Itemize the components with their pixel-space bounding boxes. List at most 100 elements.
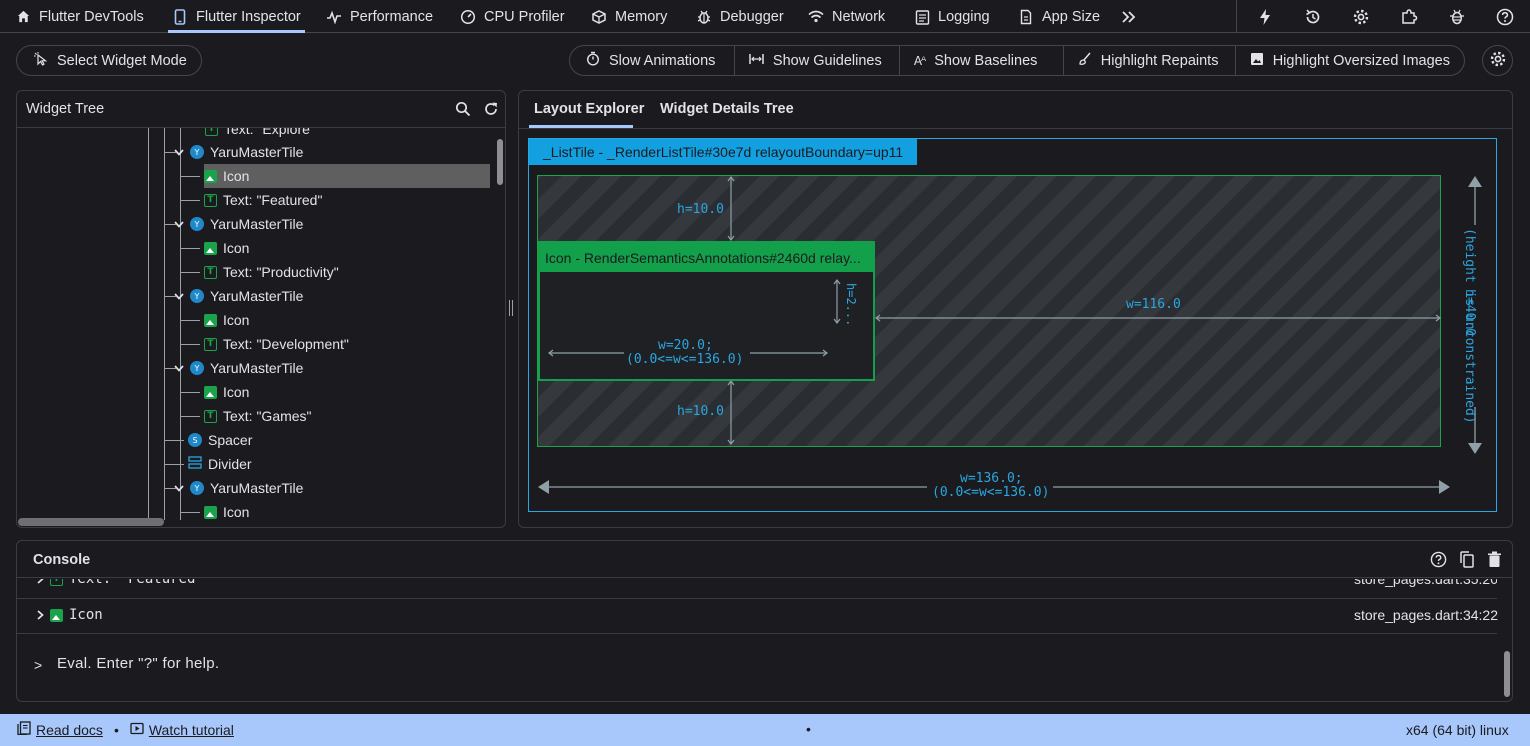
text-widget-icon: T [205, 128, 218, 136]
tab-cpu-profiler[interactable]: CPU Profiler [460, 0, 565, 33]
tab-debugger[interactable]: Debugger [696, 0, 784, 33]
remaining-width-arrow [875, 314, 1441, 322]
chevron-down-icon[interactable] [174, 147, 184, 157]
button-label: Select Widget Mode [57, 52, 187, 69]
tab-logging[interactable]: Logging [914, 0, 990, 33]
yaru-widget-icon: Y [190, 217, 204, 231]
hot-reload-icon[interactable] [1254, 6, 1276, 28]
yaru-widget-icon: Y [190, 289, 204, 303]
chevron-down-icon[interactable] [174, 291, 184, 301]
node-label: Icon [223, 504, 250, 520]
child-widget-box[interactable]: Icon - RenderSemanticsAnnotations#2460d … [538, 241, 875, 381]
image-icon [1250, 52, 1264, 70]
trash-icon[interactable] [1487, 551, 1502, 571]
height-constraint-text: (height is unconstrained) [1462, 228, 1477, 424]
source-location[interactable]: store_pages.dart:34:22 [1354, 607, 1498, 623]
chevron-down-icon[interactable] [174, 483, 184, 493]
status-bar: Read docs • Watch tutorial • x64 (64 bit… [0, 714, 1530, 746]
tree-node-icon[interactable]: Icon [204, 381, 249, 403]
eval-input[interactable]: Eval. Enter "?" for help. [57, 655, 219, 672]
tree-node-icon[interactable]: Icon [204, 501, 249, 520]
child-width-constraint-label: (0.0<=w<=136.0) [626, 352, 744, 367]
vertical-scrollbar[interactable] [497, 139, 503, 185]
tree-node-icon-selected[interactable]: Icon [204, 165, 249, 187]
tree-node-text[interactable]: T Text: "Games" [204, 405, 312, 427]
hot-restart-icon[interactable] [1302, 6, 1324, 28]
tree-node-text[interactable]: T Text: "Development" [204, 333, 349, 355]
text-widget-icon: T [204, 337, 217, 351]
console-row[interactable]: T Text: "Featured" store_pages.dart:35:2… [17, 579, 1497, 599]
debug-bug-icon[interactable] [1446, 6, 1468, 28]
tab-widget-details-tree[interactable]: Widget Details Tree [660, 101, 794, 117]
divider-widget-icon [188, 456, 202, 472]
tree-node-text[interactable]: T Text: "Productivity" [204, 261, 339, 283]
search-icon[interactable] [455, 101, 471, 120]
source-location[interactable]: store_pages.dart:35:20 [1354, 579, 1497, 587]
total-width-constraint-label: (0.0<=w<=136.0) [932, 485, 1050, 500]
node-label: Text: "Explore" [224, 128, 315, 137]
watch-tutorial-link[interactable]: Watch tutorial [149, 722, 234, 738]
chevron-down-icon[interactable] [174, 219, 184, 229]
show-baselines-button[interactable]: Aᴬ Show Baselines [900, 46, 1064, 75]
more-tabs-icon[interactable] [1118, 6, 1140, 28]
tree-node-divider[interactable]: Divider [188, 453, 252, 475]
chevron-right-icon[interactable] [37, 607, 44, 623]
select-widget-mode-button[interactable]: Select Widget Mode [16, 45, 202, 76]
console-header: Console [17, 541, 1512, 578]
tree-node-yarumastertile[interactable]: Y YaruMasterTile [174, 213, 303, 235]
tree-node-spacer[interactable]: S Spacer [188, 429, 252, 451]
tree-node-icon[interactable]: Icon [204, 237, 249, 259]
tab-flutter-devtools[interactable]: Flutter DevTools [15, 0, 144, 33]
repaint-brush-icon [1078, 52, 1092, 70]
refresh-icon[interactable] [483, 101, 499, 120]
child-widget-label: Icon - RenderSemanticsAnnotations#2460d … [540, 243, 873, 272]
extensions-puzzle-icon[interactable] [1398, 6, 1420, 28]
tab-layout-explorer[interactable]: Layout Explorer [534, 101, 644, 117]
tab-performance[interactable]: Performance [326, 0, 433, 33]
tree-node-yarumastertile[interactable]: Y YaruMasterTile [174, 285, 303, 307]
show-guidelines-button[interactable]: Show Guidelines [735, 46, 900, 75]
tab-network[interactable]: Network [808, 0, 885, 33]
image-widget-icon [50, 608, 63, 622]
chevron-down-icon[interactable] [174, 363, 184, 373]
inspector-settings-button[interactable] [1482, 45, 1513, 76]
tab-app-size[interactable]: App Size [1018, 0, 1100, 33]
console-panel: Console T Text: "Featured" store_pages.d… [16, 540, 1513, 702]
highlight-oversized-images-button[interactable]: Highlight Oversized Images [1236, 46, 1464, 75]
settings-gear-icon[interactable] [1350, 6, 1372, 28]
chevron-right-icon[interactable] [37, 579, 44, 587]
divider [1236, 0, 1237, 33]
help-icon[interactable] [1430, 551, 1447, 571]
slow-animations-button[interactable]: Slow Animations [570, 46, 735, 75]
read-docs-link[interactable]: Read docs [36, 722, 103, 738]
tab-flutter-inspector[interactable]: Flutter Inspector [168, 0, 305, 33]
details-panel: Layout Explorer Widget Details Tree _Lis… [518, 90, 1513, 528]
tree-node-yarumastertile[interactable]: Y YaruMasterTile [174, 357, 303, 379]
highlight-repaints-button[interactable]: Highlight Repaints [1064, 46, 1236, 75]
gear-icon [1489, 50, 1507, 71]
copy-icon[interactable] [1459, 551, 1475, 571]
node-label: YaruMasterTile [210, 288, 304, 304]
tree-node-text[interactable]: T Text: "Featured" [204, 189, 322, 211]
button-label: Highlight Repaints [1100, 52, 1219, 69]
tree-node-icon[interactable]: Icon [204, 309, 249, 331]
text-widget-icon: T [204, 409, 217, 423]
tree-node-yarumastertile[interactable]: Y YaruMasterTile [174, 141, 303, 163]
tree-node-yarumastertile[interactable]: Y YaruMasterTile [174, 477, 303, 499]
tab-memory[interactable]: Memory [591, 0, 667, 33]
horizontal-scrollbar[interactable] [18, 518, 164, 526]
tree-node-text[interactable]: T Text: "Explore" [205, 128, 315, 140]
console-scrollbar[interactable] [1504, 651, 1510, 697]
button-label: Highlight Oversized Images [1272, 52, 1450, 69]
remaining-width-label: w=116.0 [1126, 297, 1181, 312]
widget-tree-header: Widget Tree [17, 91, 505, 128]
node-label: YaruMasterTile [210, 216, 304, 232]
panel-splitter-handle[interactable] [509, 300, 514, 316]
console-row[interactable]: Icon store_pages.dart:34:22 [17, 600, 1498, 634]
tab-label: App Size [1042, 8, 1101, 25]
eval-input-row[interactable]: > Eval. Enter "?" for help. [17, 649, 1497, 683]
help-icon[interactable] [1494, 6, 1516, 28]
widget-tree-body: T Text: "Explore" Y YaruMasterTile Icon … [17, 128, 505, 520]
tab-label: Flutter Inspector [196, 8, 301, 25]
height-arrow-top [727, 176, 735, 241]
